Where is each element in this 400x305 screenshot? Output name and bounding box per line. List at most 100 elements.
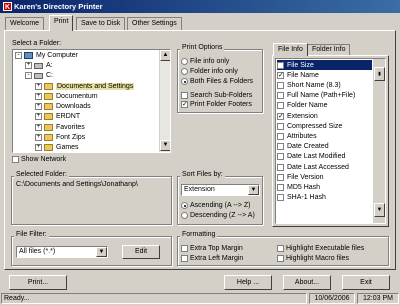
checkbox-icon[interactable] — [181, 92, 188, 99]
tree-item-a-drive[interactable]: + A: — [25, 61, 53, 70]
field-item[interactable]: Full Name (Path+File) — [277, 91, 372, 101]
print-folder-footers-checkbox[interactable]: ✓ Print Folder Footers — [181, 101, 252, 108]
checkbox-icon[interactable] — [181, 245, 188, 252]
fields-scrollbar[interactable]: ▮ ▼ — [373, 59, 385, 223]
scroll-down-icon[interactable]: ▼ — [160, 140, 170, 151]
radio-icon[interactable] — [181, 58, 188, 65]
expand-icon[interactable]: + — [35, 83, 42, 90]
highlight-executable-checkbox[interactable]: Highlight Executable files — [277, 245, 364, 252]
radio-file-info-only[interactable]: File info only — [181, 58, 229, 65]
radio-folder-info-only[interactable]: Folder info only — [181, 68, 238, 75]
folder-icon — [44, 103, 53, 110]
field-item[interactable]: File Version — [277, 172, 372, 182]
radio-selected-icon[interactable] — [181, 202, 188, 209]
fields-list[interactable]: ✓ File Size ✓ File Name Short Name (8.3) Full… — [275, 58, 386, 224]
folder-tree[interactable]: - My Computer + A: - C: + Documents and … — [12, 49, 171, 153]
expand-icon[interactable]: + — [35, 93, 42, 100]
search-subfolders-checkbox[interactable]: Search Sub-Folders — [181, 92, 252, 99]
field-item[interactable]: ✓ Extension — [277, 111, 372, 121]
expand-icon[interactable]: + — [35, 113, 42, 120]
checkbox-checked-icon[interactable]: ✓ — [277, 112, 284, 120]
checkbox-icon[interactable] — [277, 143, 284, 151]
checkbox-icon[interactable] — [277, 81, 284, 89]
edit-filter-button[interactable]: Edit — [122, 245, 160, 259]
tab-welcome[interactable]: Welcome — [5, 17, 45, 30]
radio-descending[interactable]: Descending (Z --> A) — [181, 212, 255, 219]
expand-icon[interactable]: + — [35, 124, 42, 131]
print-button[interactable]: Print... — [9, 275, 67, 290]
checkbox-icon[interactable] — [277, 163, 284, 171]
about-button[interactable]: About... — [283, 275, 331, 290]
chevron-down-icon[interactable]: ▼ — [248, 185, 259, 195]
tab-save-to-disk[interactable]: Save to Disk — [76, 17, 126, 30]
folder-icon — [44, 93, 53, 100]
checkbox-icon[interactable] — [277, 102, 284, 110]
field-item[interactable]: Date Created — [277, 142, 372, 152]
collapse-icon[interactable]: - — [15, 52, 22, 59]
expand-icon[interactable]: + — [35, 134, 42, 141]
checkbox-icon[interactable] — [12, 156, 19, 163]
checkbox-icon[interactable] — [277, 92, 284, 100]
tree-item-c-drive[interactable]: - C: — [25, 71, 53, 80]
field-item[interactable]: Date Last Modified — [277, 152, 372, 162]
field-item[interactable]: ✓ File Name — [277, 70, 372, 80]
extra-top-margin-checkbox[interactable]: Extra Top Margin — [181, 245, 243, 252]
tree-item-documents-and-settings[interactable]: + Documents and Settings — [35, 82, 135, 91]
sort-select[interactable]: Extension ▼ — [181, 184, 260, 196]
radio-selected-icon[interactable] — [181, 78, 188, 85]
checkbox-icon[interactable] — [277, 245, 284, 252]
file-filter-select[interactable]: All files (*.*) ▼ — [16, 246, 108, 258]
field-item[interactable]: Attributes — [277, 131, 372, 141]
highlight-macro-checkbox[interactable]: Highlight Macro files — [277, 255, 349, 262]
expand-icon[interactable]: + — [35, 144, 42, 151]
tree-item-font-zips[interactable]: + Font Zips — [35, 133, 85, 142]
field-item[interactable]: Compressed Size — [277, 121, 372, 131]
checkbox-icon[interactable] — [277, 255, 284, 262]
checkbox-icon[interactable] — [277, 132, 284, 140]
radio-icon[interactable] — [181, 68, 188, 75]
tree-item-erdnt[interactable]: + ERDNT — [35, 112, 80, 121]
expand-icon[interactable]: + — [25, 62, 32, 69]
checkbox-checked-icon[interactable]: ✓ — [277, 71, 284, 79]
field-item-label: Extension — [287, 112, 318, 120]
chevron-down-icon[interactable]: ▼ — [96, 247, 107, 257]
tab-other-settings[interactable]: Other Settings — [127, 17, 182, 30]
field-item-label: Short Name (8.3) — [287, 81, 341, 89]
tree-item-downloads[interactable]: + Downloads — [35, 102, 91, 111]
scroll-down-icon[interactable]: ▼ — [374, 203, 385, 217]
expand-icon[interactable]: + — [35, 103, 42, 110]
status-date: 10/06/2006 — [309, 293, 355, 304]
checkbox-checked-icon[interactable]: ✓ — [181, 101, 188, 108]
tree-scrollbar[interactable]: ▲ ▼ — [159, 50, 170, 152]
radio-ascending[interactable]: Ascending (A --> Z) — [181, 202, 251, 209]
tab-file-info[interactable]: File Info — [273, 43, 308, 56]
scroll-thumb[interactable]: ▮ — [374, 67, 385, 81]
field-item[interactable]: SHA-1 Hash — [277, 193, 372, 203]
field-item[interactable]: MD5 Hash — [277, 182, 372, 192]
extra-left-margin-checkbox[interactable]: Extra Left Margin — [181, 255, 243, 262]
checkbox-checked-icon[interactable]: ✓ — [277, 61, 284, 69]
selected-folder-label: Selected Folder: — [14, 171, 69, 178]
checkbox-icon[interactable] — [277, 153, 284, 161]
field-item[interactable]: Date Last Accessed — [277, 162, 372, 172]
tree-item-my-computer[interactable]: - My Computer — [15, 51, 78, 60]
checkbox-icon[interactable] — [181, 255, 188, 262]
checkbox-icon[interactable] — [277, 194, 284, 202]
field-item[interactable]: Folder Name — [277, 101, 372, 111]
tree-item-favorites[interactable]: + Favorites — [35, 123, 85, 132]
field-item[interactable]: ✓ File Size — [277, 60, 372, 70]
radio-icon[interactable] — [181, 212, 188, 219]
exit-button[interactable]: Exit — [342, 275, 390, 290]
collapse-icon[interactable]: - — [25, 72, 32, 79]
checkbox-icon[interactable] — [277, 173, 284, 181]
field-item[interactable]: Short Name (8.3) — [277, 80, 372, 90]
help-button[interactable]: Help ... — [224, 275, 272, 290]
scroll-up-icon[interactable]: ▲ — [160, 50, 170, 61]
radio-both-files-folders[interactable]: Both Files & Folders — [181, 78, 253, 85]
show-network-checkbox[interactable]: Show Network — [12, 156, 66, 163]
checkbox-icon[interactable] — [277, 122, 284, 130]
tree-item-documentum[interactable]: + Documentum — [35, 92, 98, 101]
tree-item-games[interactable]: + Games — [35, 143, 79, 152]
checkbox-icon[interactable] — [277, 183, 284, 191]
tab-print[interactable]: Print — [49, 15, 74, 31]
